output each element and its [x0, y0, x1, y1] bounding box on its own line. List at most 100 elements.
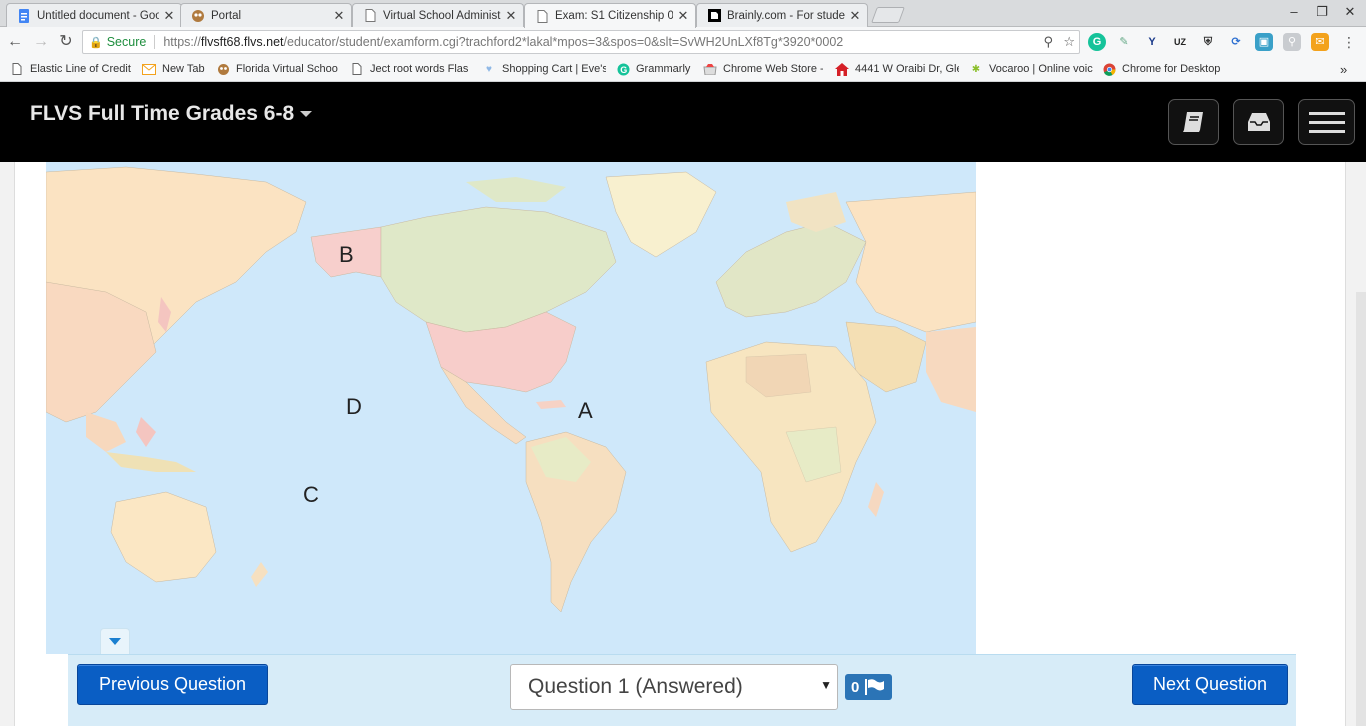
- bookmark-item[interactable]: New Tab: [142, 62, 212, 76]
- bookmarks-bar: Elastic Line of Credit New Tab Florida V…: [0, 57, 1366, 82]
- bookmarks-overflow[interactable]: »: [1340, 62, 1347, 77]
- sync-extension-icon[interactable]: ⟳: [1227, 33, 1245, 51]
- brand-menu[interactable]: FLVS Full Time Grades 6-8: [30, 102, 313, 126]
- map-label-b: B: [339, 242, 354, 267]
- next-question-button[interactable]: Next Question: [1132, 664, 1288, 705]
- collapse-nav-toggle[interactable]: [100, 628, 130, 654]
- bookmark-item[interactable]: Chrome for Desktop: [1102, 62, 1232, 76]
- zoom-icon[interactable]: ⚲: [1043, 34, 1053, 50]
- close-icon[interactable]: ✕: [849, 8, 861, 24]
- app-header: FLVS Full Time Grades 6-8: [0, 82, 1366, 162]
- docs-icon: [17, 8, 31, 23]
- search-extension-icon[interactable]: ⚲: [1283, 33, 1301, 51]
- browser-tab-strip: Untitled document - Goo ✕ Portal ✕ Virtu…: [0, 0, 1366, 28]
- flag-icon: [865, 679, 885, 695]
- bookmark-item[interactable]: G Grammarly: [616, 62, 696, 76]
- bookmark-label: Elastic Line of Credit: [30, 63, 131, 75]
- forward-icon[interactable]: →: [30, 31, 52, 53]
- restore-icon[interactable]: ❐: [1310, 4, 1334, 20]
- page-icon: [10, 62, 24, 76]
- page-icon: [363, 9, 377, 23]
- lock-icon: 🔒: [89, 36, 103, 49]
- inbox-button[interactable]: [1233, 99, 1284, 145]
- y-extension-icon[interactable]: Y: [1143, 33, 1161, 51]
- tab-virtual-school[interactable]: Virtual School Administr ✕: [352, 3, 524, 27]
- minimize-icon[interactable]: –: [1282, 4, 1306, 19]
- brainly-icon: [707, 9, 721, 23]
- close-icon[interactable]: ✕: [333, 8, 345, 24]
- bookmark-label: Vocaroo | Online voic: [989, 63, 1093, 75]
- bookmark-item[interactable]: Elastic Line of Credit: [10, 62, 134, 76]
- secure-label: Secure: [106, 35, 147, 49]
- hamburger-icon: [1308, 112, 1345, 133]
- page-icon: [535, 9, 549, 23]
- world-map: [46, 162, 976, 654]
- map-label-c: C: [303, 482, 319, 507]
- shield-extension-icon[interactable]: ⛨: [1199, 33, 1217, 51]
- question-select-value: Question 1 (Answered): [528, 675, 743, 698]
- uz-extension-icon[interactable]: UZ: [1171, 33, 1189, 51]
- map-label-a: A: [578, 398, 593, 423]
- previous-question-button[interactable]: Previous Question: [77, 664, 268, 705]
- bookmark-label: Florida Virtual Schoo: [236, 63, 338, 75]
- pen-extension-icon[interactable]: ✎: [1115, 33, 1133, 51]
- tab-title: Virtual School Administr: [383, 9, 501, 22]
- bookmark-item[interactable]: Chrome Web Store -: [703, 62, 823, 76]
- map-label-d: D: [346, 394, 362, 419]
- owl-icon: [216, 62, 230, 76]
- tab-exam[interactable]: Exam: S1 Citizenship 01 ✕: [524, 3, 696, 28]
- back-icon[interactable]: ←: [4, 31, 26, 53]
- close-icon[interactable]: ✕: [505, 8, 517, 24]
- divider: [154, 35, 156, 49]
- flag-count: 0: [851, 678, 860, 696]
- browser-toolbar: ← → ↻ 🔒 Secure https:// flvsft68.flvs.ne…: [0, 27, 1366, 57]
- inbox-icon: [1247, 113, 1270, 131]
- owl-icon: [191, 9, 205, 23]
- page-icon: [350, 62, 364, 76]
- close-icon[interactable]: ✕: [163, 8, 175, 24]
- bookmark-item[interactable]: Florida Virtual Schoo: [216, 62, 340, 76]
- mail-icon: [142, 62, 156, 76]
- tab-portal[interactable]: Portal ✕: [180, 3, 352, 27]
- tab-title: Portal: [211, 9, 242, 22]
- question-select[interactable]: Question 1 (Answered) ▼: [510, 664, 838, 710]
- svg-text:G: G: [620, 65, 627, 75]
- question-navigation-bar: Previous Question Question 1 (Answered) …: [68, 654, 1296, 726]
- screen-extension-icon[interactable]: ▣: [1255, 33, 1273, 51]
- tab-title: Untitled document - Goo: [37, 9, 159, 22]
- bookmark-label: 4441 W Oraibi Dr, Gle: [855, 63, 959, 75]
- book-icon: [1182, 112, 1203, 132]
- bookmark-item[interactable]: 4441 W Oraibi Dr, Gle: [835, 62, 959, 76]
- url-host: flvsft68.flvs.net: [200, 35, 284, 49]
- reload-icon[interactable]: ↻: [55, 31, 77, 53]
- dropdown-arrow-icon: ▼: [820, 678, 832, 692]
- menu-kebab-icon[interactable]: ⋮: [1338, 31, 1360, 53]
- tab-untitled-document[interactable]: Untitled document - Goo ✕: [6, 3, 182, 27]
- page-scrollbar[interactable]: [1356, 292, 1366, 726]
- grammarly-extension-icon[interactable]: G: [1088, 33, 1106, 51]
- bookmark-item[interactable]: Ject root words Flas: [350, 62, 472, 76]
- frog-icon: ✱: [971, 63, 981, 75]
- chevron-down-icon: [300, 111, 313, 118]
- chrome-icon: [1102, 62, 1116, 76]
- new-tab-button[interactable]: [871, 7, 905, 23]
- tab-title: Brainly.com - For student: [727, 9, 845, 22]
- bookmark-item[interactable]: ✱ Vocaroo | Online voic: [969, 62, 1093, 76]
- bookmark-label: Ject root words Flas: [370, 63, 469, 75]
- tab-brainly[interactable]: Brainly.com - For student ✕: [696, 3, 868, 27]
- bookmark-label: Grammarly: [636, 63, 691, 75]
- window-close-icon[interactable]: ✕: [1338, 4, 1362, 20]
- star-icon[interactable]: ☆: [1063, 34, 1075, 50]
- store-icon: [703, 62, 717, 76]
- close-icon[interactable]: ✕: [677, 8, 689, 24]
- hamburger-menu-button[interactable]: [1298, 99, 1355, 145]
- flag-count-badge[interactable]: 0: [845, 674, 892, 700]
- bookmark-label: Shopping Cart | Eve's: [502, 63, 606, 75]
- house-icon: [835, 62, 849, 76]
- bookmark-label: Chrome for Desktop: [1122, 63, 1221, 75]
- tab-title: Exam: S1 Citizenship 01: [555, 10, 673, 22]
- book-button[interactable]: [1168, 99, 1219, 145]
- mail-extension-icon[interactable]: ✉: [1311, 33, 1329, 51]
- address-bar[interactable]: 🔒 Secure https:// flvsft68.flvs.net /edu…: [82, 30, 1080, 54]
- bookmark-item[interactable]: ♥ Shopping Cart | Eve's: [482, 62, 606, 76]
